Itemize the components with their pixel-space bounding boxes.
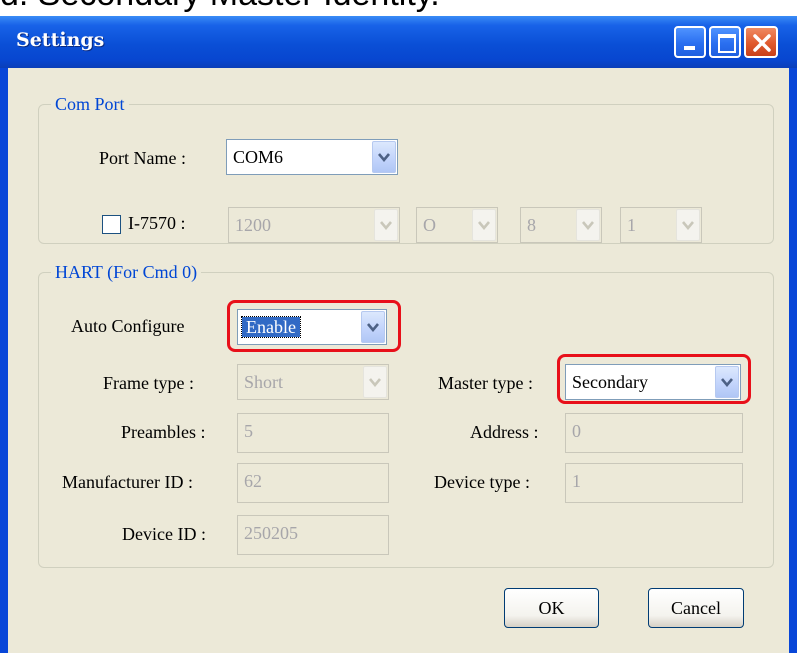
chevron-down-icon bbox=[369, 378, 381, 387]
i7570-checkbox[interactable] bbox=[102, 215, 121, 234]
master-type-label: Master type : bbox=[438, 373, 533, 393]
frame-type-value: Short bbox=[244, 372, 284, 392]
frame-type-combo[interactable]: Short bbox=[237, 364, 389, 400]
data-bits-value: 8 bbox=[527, 215, 536, 235]
data-bits-dropdown-button[interactable] bbox=[576, 209, 600, 241]
device-id-label: Device ID : bbox=[122, 524, 206, 544]
chevron-down-icon bbox=[682, 221, 694, 230]
auto-configure-dropdown-button[interactable] bbox=[361, 311, 385, 343]
manufacturer-id-field[interactable]: 62 bbox=[237, 463, 389, 503]
preambles-value: 5 bbox=[244, 421, 253, 441]
i7570-label: I-7570 : bbox=[128, 213, 186, 233]
stop-bits-combo[interactable]: 1 bbox=[620, 207, 702, 243]
port-name-label: Port Name : bbox=[99, 148, 186, 168]
minimize-button[interactable] bbox=[674, 26, 706, 58]
manufacturer-id-value: 62 bbox=[244, 471, 262, 491]
master-type-value: Secondary bbox=[572, 372, 648, 392]
parity-value: O bbox=[423, 215, 436, 235]
chevron-down-icon bbox=[380, 221, 392, 230]
device-type-field[interactable]: 1 bbox=[565, 463, 743, 503]
device-type-value: 1 bbox=[572, 471, 581, 491]
preambles-field[interactable]: 5 bbox=[237, 413, 389, 453]
chevron-down-icon bbox=[721, 378, 733, 387]
address-value: 0 bbox=[572, 421, 581, 441]
data-bits-combo[interactable]: 8 bbox=[520, 207, 602, 243]
auto-configure-value: Enable bbox=[241, 316, 301, 338]
chevron-down-icon bbox=[478, 221, 490, 230]
port-name-dropdown-button[interactable] bbox=[372, 141, 396, 173]
ok-button[interactable]: OK bbox=[504, 588, 599, 628]
baud-value: 1200 bbox=[235, 215, 271, 235]
frame-type-label: Frame type : bbox=[103, 373, 194, 393]
close-icon bbox=[753, 34, 771, 52]
chevron-down-icon bbox=[378, 153, 390, 162]
device-id-field[interactable]: 250205 bbox=[237, 515, 389, 555]
address-field[interactable]: 0 bbox=[565, 413, 743, 453]
title-bar[interactable]: Settings bbox=[0, 16, 797, 68]
stop-bits-value: 1 bbox=[627, 215, 636, 235]
auto-configure-label: Auto Configure bbox=[71, 316, 185, 336]
hart-legend: HART (For Cmd 0) bbox=[51, 262, 202, 282]
manufacturer-id-label: Manufacturer ID : bbox=[62, 472, 193, 492]
port-name-combo[interactable]: COM6 bbox=[226, 139, 398, 175]
frame-type-dropdown-button[interactable] bbox=[363, 366, 387, 398]
baud-combo[interactable]: 1200 bbox=[228, 207, 400, 243]
parity-combo[interactable]: O bbox=[416, 207, 498, 243]
preambles-label: Preambles : bbox=[121, 422, 206, 442]
master-type-combo[interactable]: Secondary bbox=[565, 364, 741, 400]
stop-bits-dropdown-button[interactable] bbox=[676, 209, 700, 241]
address-label: Address : bbox=[470, 422, 539, 442]
cancel-button[interactable]: Cancel bbox=[648, 588, 744, 628]
port-name-value: COM6 bbox=[233, 147, 284, 167]
device-type-label: Device type : bbox=[434, 472, 530, 492]
parity-dropdown-button[interactable] bbox=[472, 209, 496, 241]
baud-dropdown-button[interactable] bbox=[374, 209, 398, 241]
maximize-button[interactable] bbox=[709, 26, 741, 58]
com-port-legend: Com Port bbox=[51, 94, 129, 114]
dialog-client-area: Com Port Port Name : COM6 I-7570 : 1200 … bbox=[8, 68, 789, 653]
window-title: Settings bbox=[16, 29, 105, 51]
chevron-down-icon bbox=[582, 221, 594, 230]
device-id-value: 250205 bbox=[244, 523, 298, 543]
chevron-down-icon bbox=[367, 323, 379, 332]
master-type-dropdown-button[interactable] bbox=[715, 366, 739, 398]
auto-configure-combo[interactable]: Enable bbox=[237, 309, 387, 345]
close-button[interactable] bbox=[744, 26, 778, 58]
settings-window: Settings Com Port Port Name : COM6 I-757… bbox=[0, 16, 797, 653]
caption-text: d. Secondary Master Identity. bbox=[0, 0, 797, 14]
